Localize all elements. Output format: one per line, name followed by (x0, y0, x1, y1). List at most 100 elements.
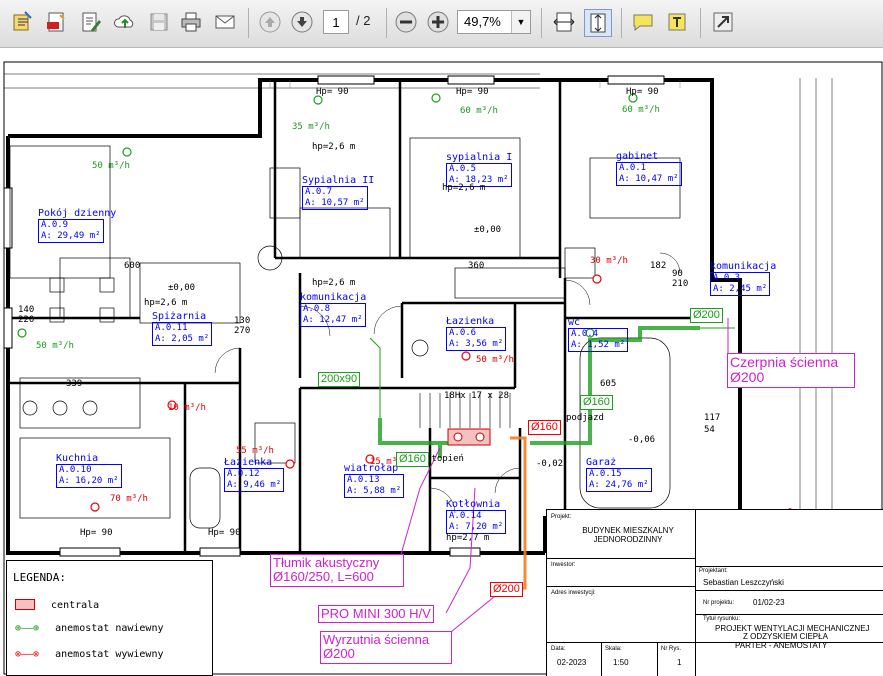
room-label-pokoj-dzienny: Pokój dzienny A.0.9 A: 29,49 m² (38, 208, 117, 243)
print-icon[interactable] (178, 9, 204, 35)
level-label: -0,06 (628, 435, 656, 445)
flow-label: 55 m³/h (236, 446, 274, 456)
dimension-label: 140 (18, 305, 35, 315)
window-label: Hp= 90 (316, 87, 349, 97)
legend-box: LEGENDA: centrala ⊕‒‒⊕ anemostat nawiewn… (6, 560, 213, 676)
dimension-label: 54 (704, 425, 715, 435)
zoom-value: 49,7% (464, 14, 501, 29)
designer-label: Projektant: (699, 568, 728, 574)
legend-item-supply: ⊕‒‒⊕ anemostat nawiewny (15, 623, 164, 634)
designer-name: Sebastian Leszczyński (703, 578, 784, 587)
zoom-in-icon[interactable] (425, 9, 451, 35)
email-icon[interactable] (212, 9, 238, 35)
czerpnia-callout: Czerpnia ścienna Ø200 (727, 353, 855, 388)
drawing-title-2: Z ODZYSKIEM CIEPŁA (743, 632, 828, 641)
open-icon[interactable] (10, 9, 36, 35)
sheet-label: Nr Rys. (661, 646, 681, 652)
exhaust-diffuser-icon: ⊗‒‒⊗ (15, 649, 40, 660)
legend-item-centrala: centrala (15, 599, 99, 611)
address-label: Adres inwestycji: (551, 590, 596, 596)
height-label: hp=2,7 m (446, 533, 490, 543)
room-label-kuchnia: Kuchnia A.0.10 A: 16,20 m² (56, 454, 122, 488)
title-block: Projekt: BUDYNEK MIESZKALNY JEDNORODZINN… (546, 509, 883, 676)
date-value: 02-2023 (557, 658, 587, 667)
chevron-down-icon[interactable]: ▼ (511, 11, 530, 33)
sheet-value: 1 (677, 658, 682, 667)
stairs-label: 18Hx 17 x 28 (444, 391, 510, 401)
pdf-icon[interactable] (44, 9, 70, 35)
project-label: Projekt: (551, 514, 572, 520)
room-label-sypialnia-i: sypialnia I A.0.5 A: 18,23 m² (446, 152, 513, 187)
level-label: -0,02 (536, 459, 564, 469)
upload-icon[interactable] (112, 9, 138, 35)
dimension-label: 600 (124, 261, 141, 271)
room-label-kotlownia: Kotłownia A.0.14 A: 7,20 m² (446, 500, 507, 534)
centrala-callout: PRO MINI 300 H/V (318, 605, 434, 624)
flow-label: 70 m³/h (110, 494, 148, 504)
room-label-lazienka-2: Łazienka A.0.12 A: 9,46 m² (224, 458, 285, 492)
dimension-label: 605 (600, 379, 617, 389)
wyrzutnia-callout: Wyrzutnia ścienna Ø200 (320, 631, 452, 664)
room-label-wiatrolap: wiatrołap A.0.13 A: 5,88 m² (344, 464, 405, 498)
legend-item-exhaust: ⊗‒‒⊗ anemostat wywiewny (15, 649, 164, 660)
room-label-gabinet: gabinet A.0.1 A: 10,47 m² (616, 152, 682, 186)
window-label: Hp= 90 (208, 528, 241, 538)
duct-label: Ø160 (580, 395, 613, 410)
level-label: ±0,00 (168, 283, 196, 293)
duct-label: 200x90 (318, 372, 361, 387)
scale-value: 1:50 (613, 658, 629, 667)
flow-label: 60 m³/h (460, 106, 498, 116)
window-label: Hp= 90 (80, 528, 113, 538)
drawing-title-3: PARTER - ANEMOSTATY (735, 641, 828, 650)
height-label: hp=2,6 m (312, 142, 356, 152)
comment-icon[interactable] (630, 9, 656, 35)
dimension-label: 339 (66, 379, 83, 389)
flow-label: 50 m³/h (476, 355, 514, 365)
duct-label: Ø200 (690, 308, 723, 323)
edit-icon[interactable] (78, 9, 104, 35)
height-label: hp=2,6 m (442, 183, 486, 193)
flow-label: 50 m³/h (92, 161, 130, 171)
flow-label: 30 m³/h (590, 256, 628, 266)
garage-label: podjazd (566, 413, 604, 423)
project-name: BUDYNEK MIESZKALNY JEDNORODZINNY (582, 526, 674, 544)
fit-page-icon[interactable] (584, 9, 612, 37)
next-page-icon[interactable] (289, 9, 315, 35)
drawing-label: Tytuł rysunku: (703, 616, 741, 622)
dimension-label: 220 (18, 315, 35, 325)
room-label-lazienka-1: Łazienka A.0.6 A: 3,56 m² (446, 317, 507, 351)
investor-label: Inwestor: (551, 562, 576, 568)
document-canvas[interactable]: PRODMAX Pokój dziennyA.0.9A: 29,49 m² Sy… (0, 48, 883, 676)
window-label: Hp= 90 (456, 87, 489, 97)
save-icon[interactable] (146, 9, 172, 35)
duct-label: Ø200 (490, 582, 523, 597)
zoom-out-icon[interactable] (393, 9, 419, 35)
room-label-komunikacja-2: komunikacja A.0.8 A: 12,47 m² (300, 292, 367, 327)
prev-page-icon[interactable] (257, 9, 283, 35)
flow-label: 60 m³/h (622, 105, 660, 115)
duct-label: Ø160 (528, 420, 561, 435)
height-label: hp=2,6 m (144, 298, 188, 308)
scale-label: Skala: (605, 646, 622, 652)
fullscreen-icon[interactable] (710, 9, 736, 35)
level-label: ±0,00 (474, 225, 502, 235)
dimension-label: 90 (672, 269, 683, 279)
fit-width-icon[interactable] (551, 9, 577, 35)
highlight-icon[interactable] (664, 9, 690, 35)
flow-label: 10 m³/h (168, 403, 206, 413)
dimension-label: 130 (234, 316, 251, 326)
legend-title: LEGENDA: (13, 571, 66, 584)
project-number: 01/02-23 (753, 598, 785, 607)
duct-label: Ø160 (396, 452, 429, 467)
page-total: / 2 (356, 13, 371, 28)
height-label: hp=2,6 m (312, 278, 356, 288)
room-label-spizarnia: Spiżarnia A.0.11 A: 2,05 m² (152, 312, 213, 346)
room-label-garaz: Garaż A.0.15 A: 24,76 m² (586, 458, 652, 492)
dimension-label: 210 (672, 279, 689, 289)
date-label: Data: (551, 646, 566, 652)
window-label: Hp= 90 (626, 87, 659, 97)
page-number-input[interactable]: 1 (323, 10, 349, 34)
zoom-select[interactable]: 49,7% ▼ (457, 10, 531, 34)
room-label-wc: wc A.0.4 A: 1,52 m² (568, 318, 629, 352)
flow-label: 50 m³/h (36, 341, 74, 351)
